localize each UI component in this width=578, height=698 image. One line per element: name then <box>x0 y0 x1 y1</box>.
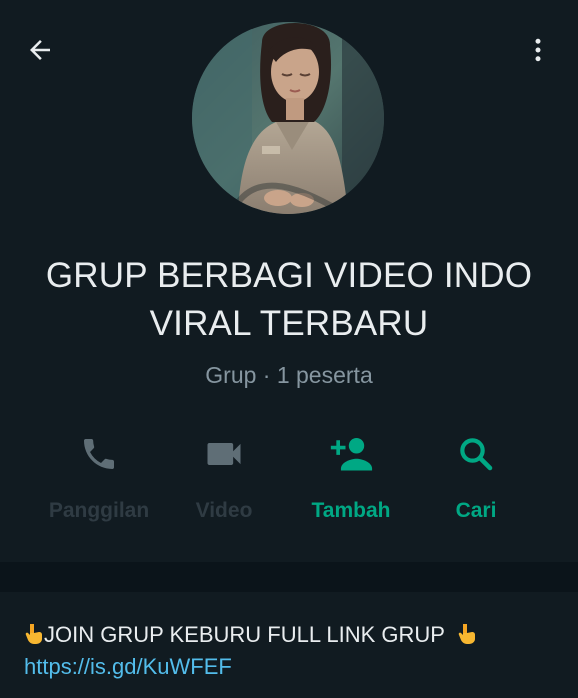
search-icon <box>460 438 493 471</box>
add-label: Tambah <box>311 499 391 522</box>
phone-icon <box>84 439 114 469</box>
back-arrow-icon <box>30 40 50 60</box>
more-options-button[interactable] <box>516 28 560 72</box>
call-button[interactable]: Panggilan <box>34 425 164 535</box>
group-description-area: JOIN GRUP KEBURU FULL LINK GRUP https://… <box>0 562 578 698</box>
video-camera-icon <box>207 443 241 465</box>
search-label: Cari <box>455 499 497 522</box>
search-button[interactable]: Cari <box>411 425 541 535</box>
description-text: JOIN GRUP KEBURU FULL LINK GRUP <box>44 622 445 647</box>
description-link[interactable]: https://is.gd/KuWFEF <box>24 652 232 682</box>
video-call-button[interactable]: Video <box>159 425 289 535</box>
pointing-down-emoji-icon <box>25 624 42 644</box>
pointing-down-emoji-icon <box>458 624 475 644</box>
group-photo <box>192 22 384 214</box>
group-description-section[interactable]: JOIN GRUP KEBURU FULL LINK GRUP https://… <box>0 592 578 698</box>
add-participant-button[interactable]: Tambah <box>286 425 416 535</box>
call-label: Panggilan <box>48 499 150 522</box>
group-name: GRUP BERBAGI VIDEO INDO VIRAL TERBARU <box>45 256 533 343</box>
group-avatar[interactable] <box>192 22 384 214</box>
group-description: JOIN GRUP KEBURU FULL LINK GRUP <box>24 620 477 650</box>
add-person-icon <box>330 438 373 471</box>
more-vertical-icon <box>535 38 541 62</box>
video-label: Video <box>195 499 253 522</box>
group-participants-info: Grup · 1 peserta <box>205 362 373 388</box>
profile-header: GRUP BERBAGI VIDEO INDO VIRAL TERBARU Gr… <box>0 0 578 562</box>
group-info-screen: GRUP BERBAGI VIDEO INDO VIRAL TERBARU Gr… <box>0 0 578 698</box>
back-button[interactable] <box>18 28 62 72</box>
action-bar: Panggilan Video Tambah Cari <box>0 425 578 535</box>
